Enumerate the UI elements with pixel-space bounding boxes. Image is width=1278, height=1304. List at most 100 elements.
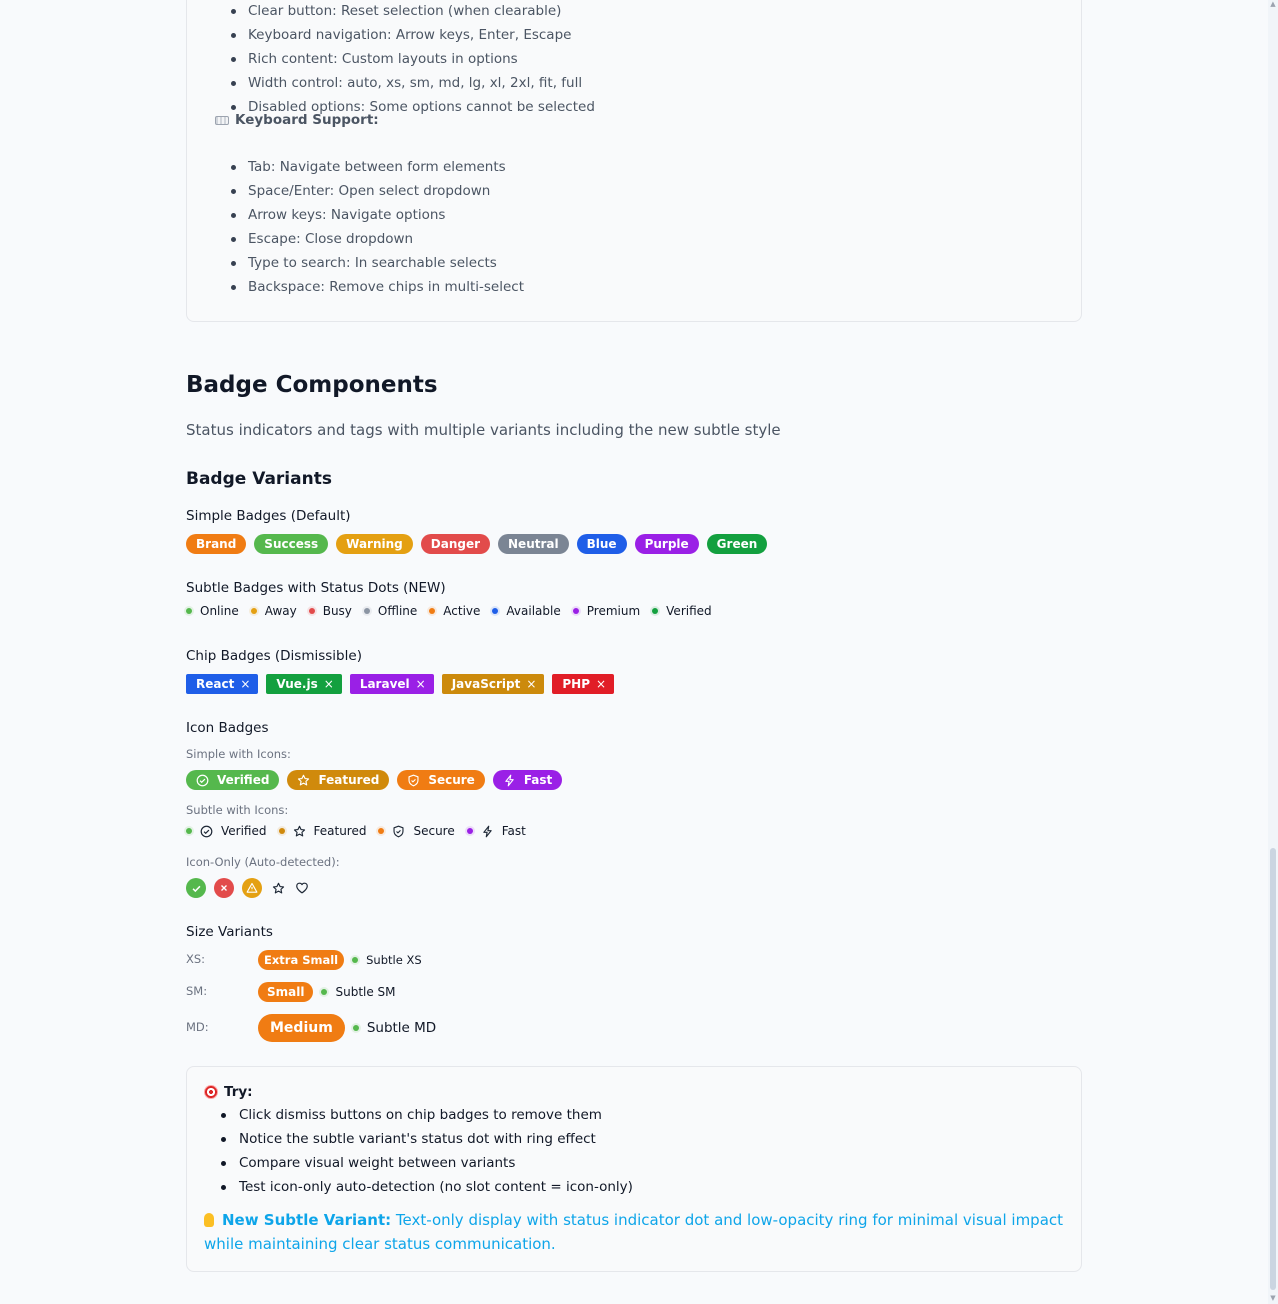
chip-laravel: Laravel × [349,674,434,694]
simple-badges-row: Brand Success Warning Danger Neutral Blue Purp… [186,534,775,554]
size-badge: Small [258,982,314,1002]
badge-green: Green [706,534,768,554]
icon-badge-label: Verified [217,773,270,787]
keyboard-support-label: Keyboard Support: [235,112,379,128]
chip-react: React × [186,674,259,694]
size-label-sm: SM: [186,984,208,998]
section-title: Badge Components [186,372,438,398]
dismiss-icon[interactable]: × [324,677,334,691]
status-dot [186,828,192,834]
status-dot [352,1025,359,1031]
list-item: Keyboard navigation: Arrow keys, Enter, … [187,23,595,47]
icon-badge-secure: Secure [397,770,485,790]
scroll-up-arrow-icon[interactable]: ▲ [1269,0,1277,8]
list-item: Arrow keys: Navigate options [187,203,524,227]
scroll-down-arrow-icon[interactable]: ▼ [1269,1294,1277,1302]
shield-check-icon [407,774,424,787]
status-dot [572,608,579,614]
check-circle-icon [196,774,213,787]
subtle-badge-label: Online [200,604,239,618]
icon-badge-featured: Featured [287,770,390,790]
status-dot [186,608,192,614]
list-item: Test icon-only auto-detection (no slot c… [187,1175,633,1199]
size-row-xs: Extra Small Subtle XS [258,950,434,970]
status-dot [321,989,328,995]
list-item: Clear button: Reset selection (when clea… [187,0,595,23]
dismiss-icon[interactable]: × [526,677,536,691]
dismiss-icon[interactable]: × [416,677,426,691]
subtle-badge-label: Away [264,604,297,618]
chip-badges-row: React × Vue.js × Laravel × JavaScript × PHP × [186,674,622,694]
subtle-badge-away: Away [250,604,297,618]
keyboard-icon [215,115,229,125]
dismiss-icon[interactable]: × [596,677,606,691]
check-circle-icon [200,825,213,838]
subtle-badge-available: Available [492,604,561,618]
features-list: Clear button: Reset selection (when clea… [187,0,595,119]
subtle-badge-label: Available [506,604,561,618]
subtle-icon-badge-featured: Featured [278,824,367,838]
subtle-badge-label: Offline [377,604,418,618]
status-dot [466,828,473,834]
badge-warning: Warning [336,534,413,554]
try-heading: Try: [204,1084,253,1100]
subtle-icon-badges-row: Verified Featured Secure Fast [186,824,538,838]
list-item: Rich content: Custom layouts in options [187,47,595,71]
list-item: Tab: Navigate between form elements [187,155,524,179]
variants-title: Badge Variants [186,469,332,489]
subtle-badge-online: Online [186,604,239,618]
list-item: Notice the subtle variant's status dot w… [187,1127,633,1151]
dismiss-icon[interactable]: × [240,677,250,691]
size-row-sm: Small Subtle SM [258,982,408,1002]
bolt-icon [481,825,494,838]
badge-purple: Purple [634,534,699,554]
list-item: Compare visual weight between variants [187,1151,633,1175]
scrollbar-thumb[interactable] [1270,848,1276,1290]
icon-badge-fast: Fast [492,770,563,790]
subtle-badge-busy: Busy [308,604,352,618]
star-icon [297,774,314,787]
subtle-icon-badge-fast: Fast [466,824,526,838]
badge-brand: Brand [186,534,247,554]
bolt-icon [503,774,520,787]
simple-badges-label: Simple Badges (Default) [186,508,351,524]
check-icon [186,878,206,898]
status-dot [278,828,285,834]
list-item: Type to search: In searchable selects [187,251,524,275]
chip-label: JavaScript [451,677,521,691]
section-subtitle: Status indicators and tags with multiple… [186,421,781,439]
subtle-icon-badge-verified: Verified [186,824,267,838]
subtle-badge-active: Active [429,604,480,618]
try-heading-label: Try: [224,1084,253,1100]
icon-badge-label: Featured [318,773,380,787]
icon-badge-label: Secure [428,773,475,787]
warning-icon [242,878,262,898]
shield-check-icon [392,825,405,838]
simple-icon-badges-row: Verified Featured Secure Fast [186,770,570,790]
scrollbar[interactable]: ▲ ▼ [1268,0,1278,1304]
chip-php: PHP × [552,674,615,694]
keyboard-support-heading: Keyboard Support: [215,109,379,131]
lightbulb-icon [204,1213,214,1227]
size-badge: Medium [258,1014,345,1042]
icon-only-badges-row [186,878,318,898]
subtle-badge-verified: Verified [652,604,712,618]
icon-badge-label: Fast [523,773,553,787]
note-title: New Subtle Variant: [222,1211,392,1229]
size-label-xs: XS: [186,952,206,966]
subtle-variant-note: New Subtle Variant: Text-only display wi… [204,1208,1074,1256]
size-subtle-badge: Subtle MD [352,1020,436,1036]
subtle-icon-badge-label: Featured [313,824,367,838]
size-subtle-label: Subtle SM [335,985,396,999]
chip-badges-label: Chip Badges (Dismissible) [186,648,362,664]
subtle-icon-badge-label: Verified [221,824,267,838]
size-variants-label: Size Variants [186,924,273,940]
subtle-icon-badge-secure: Secure [378,824,455,838]
chip-label: Vue.js [276,677,318,691]
icon-badges-label: Icon Badges [186,720,269,736]
badge-success: Success [254,534,329,554]
subtle-badges-row: Online Away Busy Offline Active Available Prem… [186,604,724,618]
list-item: Click dismiss buttons on chip badges to … [187,1103,633,1127]
list-item: Width control: auto, xs, sm, md, lg, xl,… [187,71,595,95]
subtle-badge-premium: Premium [572,604,640,618]
